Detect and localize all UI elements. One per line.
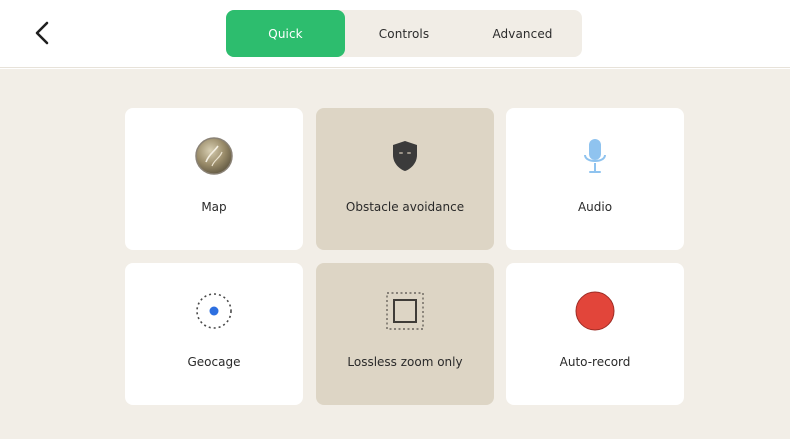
geocage-icon bbox=[192, 289, 236, 333]
geocage-label: Geocage bbox=[187, 355, 241, 369]
microphone-icon bbox=[573, 134, 617, 178]
audio-label: Audio bbox=[577, 200, 613, 214]
obstacle-avoidance-tile[interactable]: Obstacle avoidance bbox=[316, 108, 494, 250]
auto-record-label: Auto-record bbox=[559, 355, 631, 369]
tab-quick[interactable]: Quick bbox=[226, 10, 345, 57]
back-button[interactable] bbox=[28, 18, 58, 48]
map-label: Map bbox=[201, 200, 227, 214]
obstacle-avoidance-label: Obstacle avoidance bbox=[345, 200, 465, 214]
app-window: Quick Controls Advanced Map Obstacle avo… bbox=[0, 0, 790, 439]
record-icon bbox=[573, 289, 617, 333]
chevron-left-icon bbox=[35, 21, 49, 45]
shield-icon bbox=[383, 134, 427, 178]
audio-tile[interactable]: Audio bbox=[506, 108, 684, 250]
geocage-tile[interactable]: Geocage bbox=[125, 263, 303, 405]
map-tile[interactable]: Map bbox=[125, 108, 303, 250]
auto-record-tile[interactable]: Auto-record bbox=[506, 263, 684, 405]
lossless-zoom-label: Lossless zoom only bbox=[347, 355, 463, 369]
quick-settings-panel: Map Obstacle avoidance Audio Geocage Los… bbox=[0, 69, 790, 439]
tab-advanced[interactable]: Advanced bbox=[463, 10, 582, 57]
map-thumbnail-icon bbox=[192, 134, 236, 178]
zoom-frame-icon bbox=[383, 289, 427, 333]
tab-controls[interactable]: Controls bbox=[345, 10, 463, 57]
mode-tab-bar: Quick Controls Advanced bbox=[226, 10, 582, 57]
top-bar: Quick Controls Advanced bbox=[0, 0, 790, 68]
lossless-zoom-tile[interactable]: Lossless zoom only bbox=[316, 263, 494, 405]
